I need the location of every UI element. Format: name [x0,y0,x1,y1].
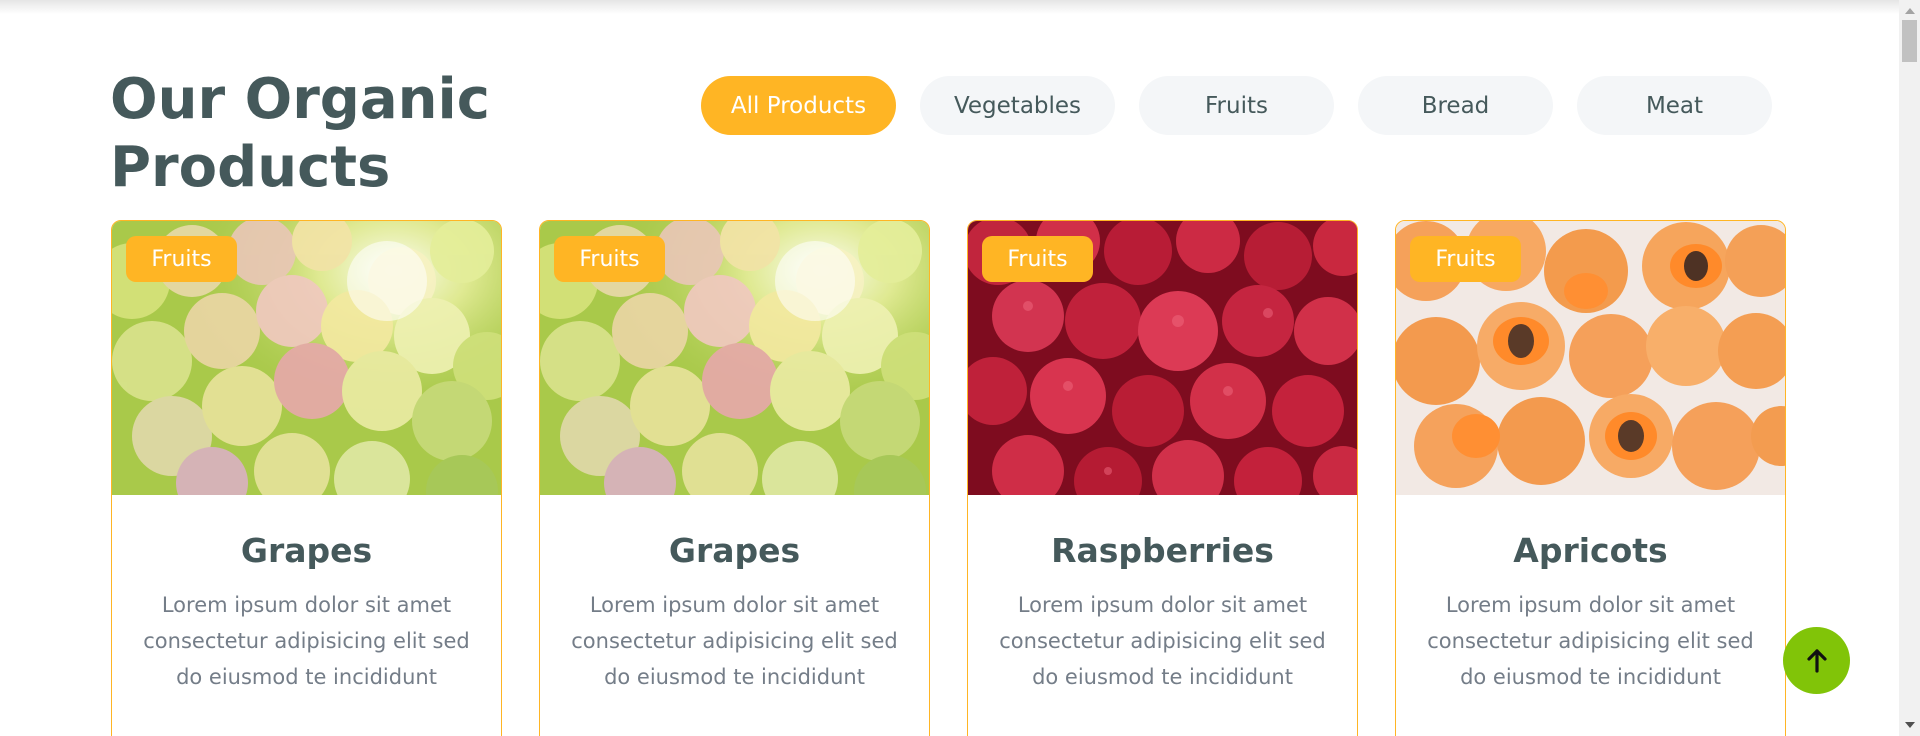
product-title: Apricots [1513,531,1668,570]
section-heading: Our Organic Products [110,67,490,200]
grapes-image[interactable]: Fruits [112,221,501,495]
scroll-up-icon[interactable] [1905,8,1915,14]
product-card[interactable]: Fruits Grapes Lorem ipsum dolor sit amet… [539,220,930,736]
category-badge: Fruits [1410,236,1521,282]
filter-vegetables[interactable]: Vegetables [920,76,1115,135]
product-title: Grapes [668,531,801,570]
raspberries-image[interactable]: Fruits [968,221,1357,495]
filter-bread[interactable]: Bread [1358,76,1553,135]
product-card[interactable]: Fruits Raspberries Lorem ipsum dolor sit… [967,220,1358,736]
back-to-top-button[interactable] [1783,627,1850,694]
scroll-down-icon[interactable] [1905,722,1915,728]
apricots-image[interactable]: Fruits [1396,221,1785,495]
product-card[interactable]: Fruits Apricots Lorem ipsum dolor sit am… [1395,220,1786,736]
vertical-scrollbar[interactable] [1899,0,1920,736]
scroll-thumb[interactable] [1902,20,1917,62]
product-description: Lorem ipsum dolor sit amet consectetur a… [1427,593,1754,689]
filter-all-products[interactable]: All Products [701,76,896,135]
category-badge: Fruits [982,236,1093,282]
category-badge: Fruits [126,236,237,282]
arrow-up-icon [1806,648,1827,673]
filter-fruits[interactable]: Fruits [1139,76,1334,135]
header-shadow [0,0,1899,14]
product-card[interactable]: Fruits Grapes Lorem ipsum dolor sit amet… [111,220,502,736]
category-badge: Fruits [554,236,665,282]
product-title: Grapes [240,531,373,570]
product-grid: Fruits Grapes Lorem ipsum dolor sit amet… [111,220,1786,736]
product-description: Lorem ipsum dolor sit amet consectetur a… [571,593,898,689]
grapes-image[interactable]: Fruits [540,221,929,495]
filter-meat[interactable]: Meat [1577,76,1772,135]
product-title: Raspberries [1051,531,1274,570]
product-description: Lorem ipsum dolor sit amet consectetur a… [143,593,470,689]
product-description: Lorem ipsum dolor sit amet consectetur a… [999,593,1326,689]
product-filter-tabs: All Products Vegetables Fruits Bread Mea… [701,76,1772,135]
